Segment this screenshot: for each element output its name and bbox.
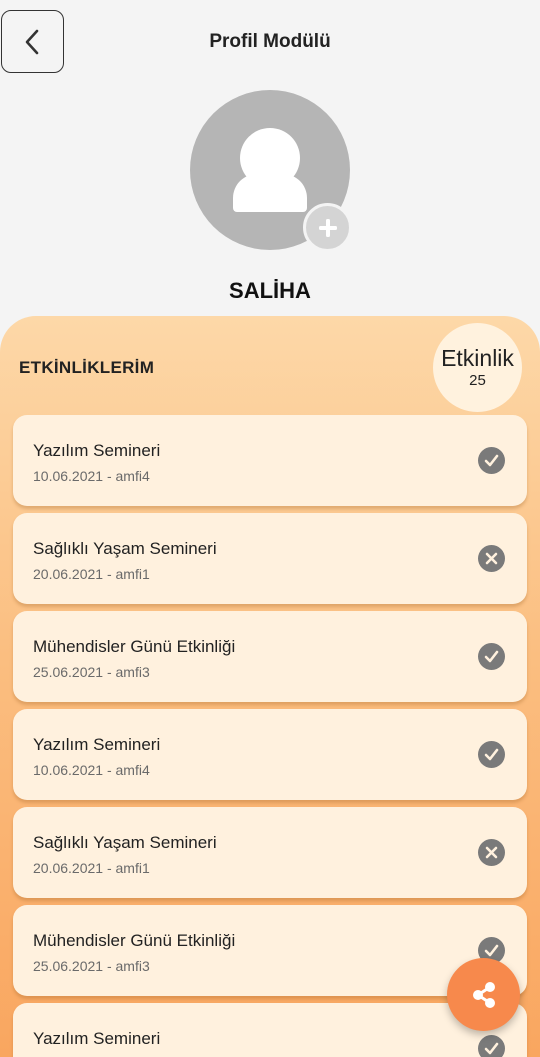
event-list: Yazılım Semineri 10.06.2021 - amfi4 Sağlık… <box>13 415 527 1057</box>
cancel-circle-icon[interactable] <box>478 545 505 572</box>
event-count-badge: Etkinlik 25 <box>433 323 522 412</box>
section-title: ETKİNLİKLERİM <box>19 358 155 377</box>
cancel-circle-icon[interactable] <box>478 839 505 866</box>
event-title: Mühendisler Günü Etkinliği <box>33 637 236 656</box>
event-title: Yazılım Semineri <box>33 735 161 754</box>
event-date-location: 10.06.2021 - amfi4 <box>33 468 150 484</box>
event-date-location: 20.06.2021 - amfi1 <box>33 566 150 582</box>
event-title: Sağlıklı Yaşam Semineri <box>33 833 217 852</box>
avatar[interactable] <box>190 90 352 252</box>
plus-icon <box>318 218 337 237</box>
event-card[interactable]: Sağlıklı Yaşam Semineri 20.06.2021 - amfi… <box>13 513 527 604</box>
event-title: Yazılım Semineri <box>33 441 161 460</box>
check-circle-icon[interactable] <box>478 447 505 474</box>
user-name: SALİHA <box>229 278 311 303</box>
event-card[interactable]: Yazılım Semineri <box>13 1003 527 1057</box>
event-card[interactable]: Mühendisler Günü Etkinliği 25.06.2021 - a… <box>13 611 527 702</box>
share-icon <box>472 981 495 1008</box>
check-circle-icon[interactable] <box>478 643 505 670</box>
event-date-location: 25.06.2021 - amfi3 <box>33 958 150 974</box>
event-count-label: Etkinlik <box>441 344 514 371</box>
events-panel: ETKİNLİKLERİM Etkinlik 25 Yazılım Semine… <box>0 316 540 1057</box>
add-photo-button[interactable] <box>303 203 352 252</box>
check-circle-icon[interactable] <box>478 1035 505 1057</box>
check-circle-icon[interactable] <box>478 741 505 768</box>
event-count-value: 25 <box>469 372 486 390</box>
event-title: Mühendisler Günü Etkinliği <box>33 931 236 950</box>
share-button[interactable] <box>447 958 520 1031</box>
event-date-location: 10.06.2021 - amfi4 <box>33 762 150 778</box>
event-card[interactable]: Yazılım Semineri 10.06.2021 - amfi4 <box>13 415 527 506</box>
page-title: Profil Modülü <box>209 31 331 52</box>
event-date-location: 25.06.2021 - amfi3 <box>33 664 150 680</box>
event-title: Sağlıklı Yaşam Semineri <box>33 539 217 558</box>
event-card[interactable]: Sağlıklı Yaşam Semineri 20.06.2021 - amfi… <box>13 807 527 898</box>
event-card[interactable]: Yazılım Semineri 10.06.2021 - amfi4 <box>13 709 527 800</box>
event-date-location: 20.06.2021 - amfi1 <box>33 860 150 876</box>
event-title: Yazılım Semineri <box>33 1029 161 1048</box>
